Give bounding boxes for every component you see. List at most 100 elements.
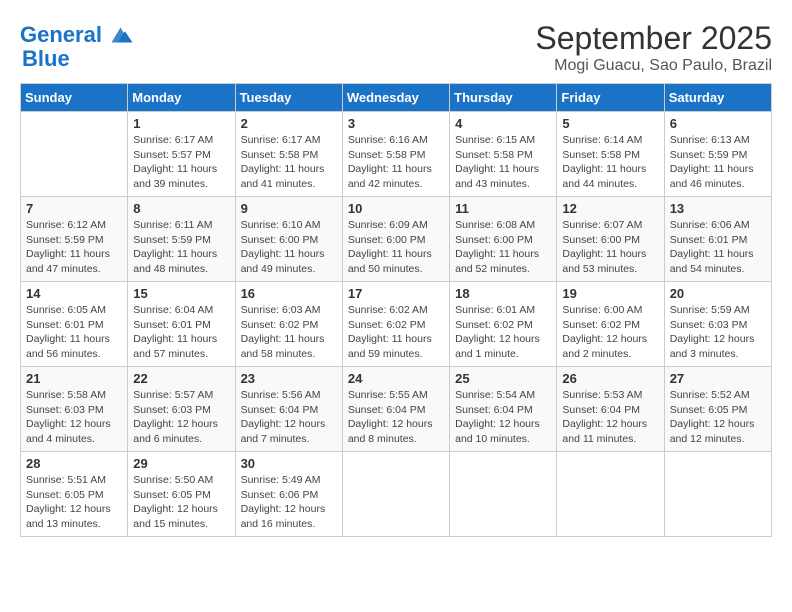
day-info: Sunrise: 5:52 AM Sunset: 6:05 PM Dayligh…	[670, 388, 766, 447]
day-number: 23	[241, 371, 337, 386]
day-info: Sunrise: 6:09 AM Sunset: 6:00 PM Dayligh…	[348, 218, 444, 277]
day-number: 16	[241, 286, 337, 301]
day-number: 6	[670, 116, 766, 131]
day-info: Sunrise: 6:11 AM Sunset: 5:59 PM Dayligh…	[133, 218, 229, 277]
header-saturday: Saturday	[664, 84, 771, 112]
logo: General Blue	[20, 20, 134, 72]
calendar-cell: 3 Sunrise: 6:16 AM Sunset: 5:58 PM Daylig…	[342, 112, 449, 197]
calendar-cell: 18Sunrise: 6:01 AM Sunset: 6:02 PM Dayli…	[450, 282, 557, 367]
day-info: Sunrise: 5:53 AM Sunset: 6:04 PM Dayligh…	[562, 388, 658, 447]
day-info: Sunrise: 6:12 AM Sunset: 5:59 PM Dayligh…	[26, 218, 122, 277]
calendar-week-2: 14 Sunrise: 6:05 AM Sunset: 6:01 PM Dayli…	[21, 282, 772, 367]
day-number: 13	[670, 201, 766, 216]
day-info: Sunrise: 6:05 AM Sunset: 6:01 PM Dayligh…	[26, 303, 122, 362]
calendar-cell: 23 Sunrise: 5:56 AM Sunset: 6:04 PM Dayli…	[235, 367, 342, 452]
calendar-cell: 30 Sunrise: 5:49 AM Sunset: 6:06 PM Dayli…	[235, 452, 342, 537]
header-sunday: Sunday	[21, 84, 128, 112]
title-block: September 2025 Mogi Guacu, Sao Paulo, Br…	[535, 20, 772, 75]
calendar-cell: 28Sunrise: 5:51 AM Sunset: 6:05 PM Dayli…	[21, 452, 128, 537]
day-number: 27	[670, 371, 766, 386]
day-number: 17	[348, 286, 444, 301]
day-number: 30	[241, 456, 337, 471]
day-info: Sunrise: 6:08 AM Sunset: 6:00 PM Dayligh…	[455, 218, 551, 277]
calendar-week-3: 21Sunrise: 5:58 AM Sunset: 6:03 PM Dayli…	[21, 367, 772, 452]
calendar-cell	[557, 452, 664, 537]
calendar-week-1: 7 Sunrise: 6:12 AM Sunset: 5:59 PM Daylig…	[21, 197, 772, 282]
logo-icon	[104, 20, 134, 50]
day-info: Sunrise: 6:14 AM Sunset: 5:58 PM Dayligh…	[562, 133, 658, 192]
calendar-cell: 26 Sunrise: 5:53 AM Sunset: 6:04 PM Dayli…	[557, 367, 664, 452]
day-number: 19	[562, 286, 658, 301]
day-info: Sunrise: 6:00 AM Sunset: 6:02 PM Dayligh…	[562, 303, 658, 362]
calendar-cell: 21Sunrise: 5:58 AM Sunset: 6:03 PM Dayli…	[21, 367, 128, 452]
calendar-cell: 11 Sunrise: 6:08 AM Sunset: 6:00 PM Dayli…	[450, 197, 557, 282]
day-number: 26	[562, 371, 658, 386]
day-number: 20	[670, 286, 766, 301]
calendar-cell: 2 Sunrise: 6:17 AM Sunset: 5:58 PM Daylig…	[235, 112, 342, 197]
day-number: 2	[241, 116, 337, 131]
day-number: 29	[133, 456, 229, 471]
month-title: September 2025	[535, 20, 772, 57]
day-info: Sunrise: 5:58 AM Sunset: 6:03 PM Dayligh…	[26, 388, 122, 447]
calendar-header: SundayMondayTuesdayWednesdayThursdayFrid…	[21, 84, 772, 112]
day-number: 10	[348, 201, 444, 216]
day-number: 8	[133, 201, 229, 216]
calendar-week-4: 28Sunrise: 5:51 AM Sunset: 6:05 PM Dayli…	[21, 452, 772, 537]
calendar-cell: 8 Sunrise: 6:11 AM Sunset: 5:59 PM Daylig…	[128, 197, 235, 282]
day-info: Sunrise: 5:54 AM Sunset: 6:04 PM Dayligh…	[455, 388, 551, 447]
calendar-cell	[342, 452, 449, 537]
day-info: Sunrise: 5:56 AM Sunset: 6:04 PM Dayligh…	[241, 388, 337, 447]
day-number: 3	[348, 116, 444, 131]
day-info: Sunrise: 5:50 AM Sunset: 6:05 PM Dayligh…	[133, 473, 229, 532]
day-number: 28	[26, 456, 122, 471]
day-number: 22	[133, 371, 229, 386]
page-header: General Blue September 2025 Mogi Guacu, …	[20, 20, 772, 75]
calendar-table: SundayMondayTuesdayWednesdayThursdayFrid…	[20, 83, 772, 537]
calendar-cell: 16 Sunrise: 6:03 AM Sunset: 6:02 PM Dayli…	[235, 282, 342, 367]
day-info: Sunrise: 6:04 AM Sunset: 6:01 PM Dayligh…	[133, 303, 229, 362]
calendar-cell: 9Sunrise: 6:10 AM Sunset: 6:00 PM Daylig…	[235, 197, 342, 282]
calendar-cell: 25 Sunrise: 5:54 AM Sunset: 6:04 PM Dayli…	[450, 367, 557, 452]
day-info: Sunrise: 6:03 AM Sunset: 6:02 PM Dayligh…	[241, 303, 337, 362]
day-number: 4	[455, 116, 551, 131]
calendar-cell: 13 Sunrise: 6:06 AM Sunset: 6:01 PM Dayli…	[664, 197, 771, 282]
calendar-cell: 24 Sunrise: 5:55 AM Sunset: 6:04 PM Dayli…	[342, 367, 449, 452]
day-info: Sunrise: 5:57 AM Sunset: 6:03 PM Dayligh…	[133, 388, 229, 447]
calendar-cell: 10 Sunrise: 6:09 AM Sunset: 6:00 PM Dayli…	[342, 197, 449, 282]
day-number: 9	[241, 201, 337, 216]
day-number: 12	[562, 201, 658, 216]
day-info: Sunrise: 6:07 AM Sunset: 6:00 PM Dayligh…	[562, 218, 658, 277]
calendar-cell: 4Sunrise: 6:15 AM Sunset: 5:58 PM Daylig…	[450, 112, 557, 197]
calendar-cell	[664, 452, 771, 537]
day-info: Sunrise: 5:49 AM Sunset: 6:06 PM Dayligh…	[241, 473, 337, 532]
day-info: Sunrise: 6:13 AM Sunset: 5:59 PM Dayligh…	[670, 133, 766, 192]
day-info: Sunrise: 5:59 AM Sunset: 6:03 PM Dayligh…	[670, 303, 766, 362]
header-monday: Monday	[128, 84, 235, 112]
day-info: Sunrise: 6:17 AM Sunset: 5:58 PM Dayligh…	[241, 133, 337, 192]
day-info: Sunrise: 5:55 AM Sunset: 6:04 PM Dayligh…	[348, 388, 444, 447]
calendar-cell: 5Sunrise: 6:14 AM Sunset: 5:58 PM Daylig…	[557, 112, 664, 197]
day-number: 14	[26, 286, 122, 301]
day-number: 7	[26, 201, 122, 216]
calendar-cell	[450, 452, 557, 537]
calendar-cell: 15 Sunrise: 6:04 AM Sunset: 6:01 PM Dayli…	[128, 282, 235, 367]
calendar-cell: 20 Sunrise: 5:59 AM Sunset: 6:03 PM Dayli…	[664, 282, 771, 367]
day-number: 18	[455, 286, 551, 301]
header-wednesday: Wednesday	[342, 84, 449, 112]
location-subtitle: Mogi Guacu, Sao Paulo, Brazil	[535, 57, 772, 75]
day-info: Sunrise: 6:02 AM Sunset: 6:02 PM Dayligh…	[348, 303, 444, 362]
header-tuesday: Tuesday	[235, 84, 342, 112]
header-thursday: Thursday	[450, 84, 557, 112]
calendar-cell	[21, 112, 128, 197]
day-info: Sunrise: 6:06 AM Sunset: 6:01 PM Dayligh…	[670, 218, 766, 277]
calendar-cell: 7 Sunrise: 6:12 AM Sunset: 5:59 PM Daylig…	[21, 197, 128, 282]
day-number: 24	[348, 371, 444, 386]
day-number: 25	[455, 371, 551, 386]
day-info: Sunrise: 6:17 AM Sunset: 5:57 PM Dayligh…	[133, 133, 229, 192]
day-number: 15	[133, 286, 229, 301]
day-number: 11	[455, 201, 551, 216]
day-info: Sunrise: 6:16 AM Sunset: 5:58 PM Dayligh…	[348, 133, 444, 192]
calendar-cell: 14 Sunrise: 6:05 AM Sunset: 6:01 PM Dayli…	[21, 282, 128, 367]
header-friday: Friday	[557, 84, 664, 112]
calendar-cell: 27 Sunrise: 5:52 AM Sunset: 6:05 PM Dayli…	[664, 367, 771, 452]
